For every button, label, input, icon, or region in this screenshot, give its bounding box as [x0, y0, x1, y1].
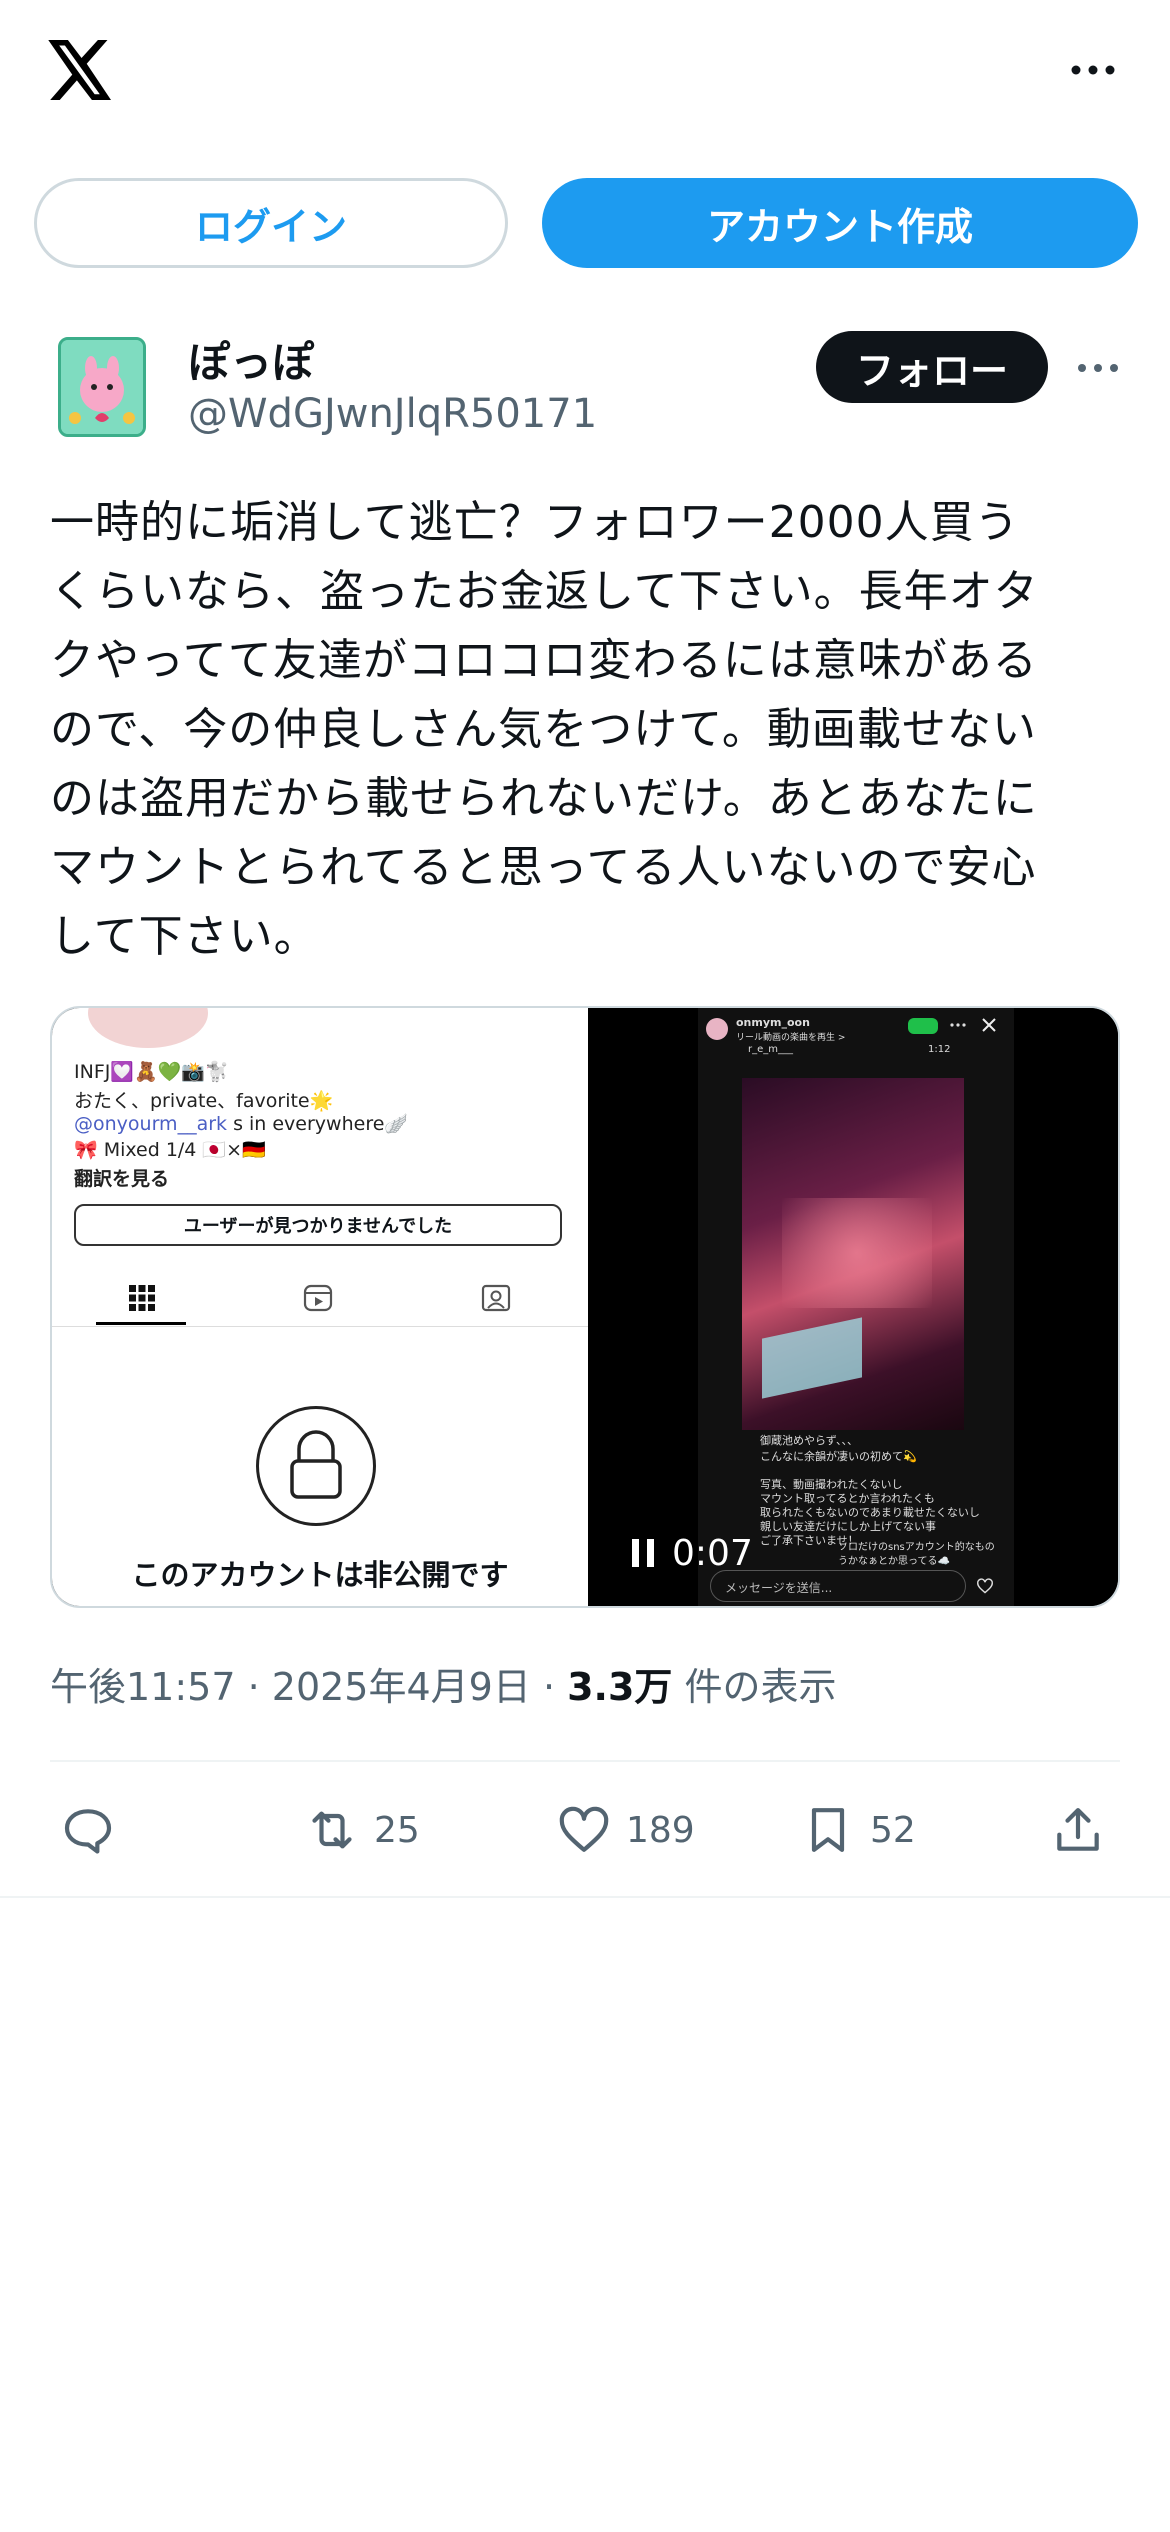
video-timestamp: 0:07 [672, 1532, 753, 1574]
heart-icon [559, 1806, 609, 1852]
story-screenshot: onmym_oon リール動画の楽曲を再生 > r_e_m___ 1:12 御蔵… [698, 1008, 1014, 1606]
bio-line-2: おたく、private、favorite🌟 [74, 1090, 334, 1112]
reels-icon [303, 1284, 333, 1312]
display-name[interactable]: ぽっぽ [188, 329, 314, 390]
concert-video-frame [742, 1078, 964, 1430]
share-icon [1057, 1808, 1099, 1851]
bookmark-icon [811, 1808, 845, 1852]
story-heart-icon [977, 1578, 993, 1594]
active-tab-indicator [96, 1322, 186, 1325]
reply-button[interactable] [60, 1790, 116, 1870]
caption-9: うかなぁとか思ってる☁️ [838, 1556, 950, 1567]
avatar[interactable] [58, 337, 146, 437]
bio-line-3: @onyourm__ark s in everywhere🪽 [74, 1112, 408, 1135]
divider [0, 1896, 1170, 1898]
login-button[interactable]: ログイン [34, 178, 508, 268]
reply-icon [64, 1809, 112, 1854]
media-video[interactable]: onmym_oon リール動画の楽曲を再生 > r_e_m___ 1:12 御蔵… [588, 1008, 1118, 1606]
media-image-profile-screenshot[interactable]: INFJ💟🧸💚📸🐩 おたく、private、favorite🌟 @onyourm… [52, 1008, 588, 1606]
post-text: 一時的に垢消して逃亡？フォロワー2000人買う くらいなら、盗ったお金返して下さ… [50, 497, 1039, 962]
separator: · [542, 1665, 568, 1709]
lock-icon [256, 1406, 376, 1526]
follow-button[interactable]: フォロー [816, 331, 1048, 403]
post-date[interactable]: 2025年4月9日 [272, 1665, 531, 1709]
views-label: 件の表示 [684, 1665, 837, 1709]
tagged-icon [481, 1284, 511, 1312]
retweet-button[interactable]: 25 [304, 1790, 420, 1870]
bio-line-4: 🎀 Mixed 1/4 🇯🇵×🇩🇪 [74, 1139, 266, 1161]
retweet-icon [312, 1811, 352, 1849]
views-count: 3.3万 [567, 1665, 673, 1709]
translate-link: 翻訳を見る [74, 1168, 170, 1190]
more-icon[interactable] [1068, 60, 1118, 80]
like-count: 189 [626, 1809, 695, 1851]
user-not-found-button: ユーザーが見つかりませんでした [74, 1204, 562, 1246]
post-actions: 25 189 52 [0, 1790, 1170, 1870]
story-user: onmym_oon [736, 1016, 810, 1029]
caption-2: こんなに余韻が凄いの初めて💫 [760, 1450, 917, 1463]
signup-button[interactable]: アカウント作成 [542, 178, 1138, 268]
retweet-count: 25 [374, 1809, 420, 1851]
story-subtitle: リール動画の楽曲を再生 > [736, 1033, 846, 1043]
video-controls[interactable]: 0:07 [632, 1528, 753, 1578]
bookmark-count: 52 [870, 1809, 916, 1851]
auth-buttons: ログイン アカウント作成 [0, 178, 1170, 272]
story-avatar [706, 1018, 728, 1040]
post-author: ぽっぽ @WdGJwnJlqR50171 フォロー [0, 325, 1170, 455]
separator: · [247, 1665, 272, 1709]
profile-tabs [52, 1270, 588, 1327]
bio-link: @onyourm__ark [74, 1113, 228, 1135]
story-more-icon [950, 1023, 966, 1027]
private-account-notice: このアカウントは非公開です [131, 1558, 509, 1592]
post-media[interactable]: INFJ💟🧸💚📸🐩 おたく、private、favorite🌟 @onyourm… [50, 1006, 1120, 1608]
bio-line-1: INFJ💟🧸💚📸🐩 [74, 1061, 229, 1083]
story-close-icon [982, 1018, 996, 1032]
x-logo-icon[interactable] [48, 40, 114, 100]
profile-photo [88, 1008, 208, 1048]
grid-icon [129, 1285, 155, 1311]
close-friends-badge [908, 1018, 938, 1034]
pause-icon[interactable] [632, 1539, 654, 1567]
avatar-image [61, 340, 143, 434]
post-time[interactable]: 午後11:57 [50, 1665, 236, 1709]
like-button[interactable]: 189 [556, 1790, 695, 1870]
divider [50, 1760, 1120, 1762]
caption-1: 御蔵池めやらず、、、 [760, 1434, 859, 1447]
bio-line-3-suffix: s in everywhere🪽 [227, 1113, 409, 1135]
story-time: 1:12 [928, 1044, 951, 1055]
caption-8: ソロだけのsnsアカウント的なもの [838, 1542, 995, 1553]
post-more-icon[interactable] [1076, 361, 1120, 375]
share-button[interactable] [1050, 1790, 1106, 1870]
post-meta: 午後11:57 · 2025年4月9日 · 3.3万 件の表示 [50, 1656, 837, 1711]
bookmark-button[interactable]: 52 [800, 1790, 916, 1870]
story-name: r_e_m___ [748, 1044, 794, 1055]
user-handle[interactable]: @WdGJwnJlqR50171 [188, 391, 597, 437]
top-bar [0, 0, 1170, 150]
